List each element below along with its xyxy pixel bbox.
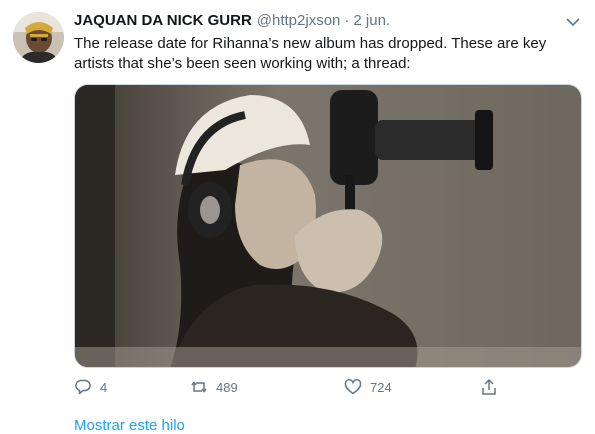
- separator-dot: ·: [344, 12, 350, 29]
- studio-photo-image: [75, 85, 581, 367]
- tweet-actions: 4 489 724: [74, 378, 514, 400]
- tweet-timestamp[interactable]: 2 jun.: [353, 12, 390, 29]
- reply-button[interactable]: 4: [74, 378, 107, 396]
- chevron-down-icon: [566, 17, 580, 26]
- tweet-text: The release date for Rihanna’s new album…: [74, 35, 547, 72]
- share-icon: [480, 378, 498, 396]
- like-count: 724: [370, 379, 392, 395]
- like-button[interactable]: 724: [344, 378, 392, 396]
- reply-count: 4: [100, 379, 108, 395]
- tweet-menu-button[interactable]: [563, 14, 583, 30]
- display-name[interactable]: JAQUAN DA NICK GURR: [74, 12, 252, 29]
- tweet-media[interactable]: [74, 84, 582, 368]
- retweet-icon: [190, 378, 208, 396]
- heart-icon: [344, 378, 362, 396]
- user-handle[interactable]: @http2jxson: [257, 12, 341, 29]
- retweet-count: 489: [216, 379, 238, 395]
- reply-icon: [74, 378, 92, 396]
- tweet-header: JAQUAN DA NICK GURR @http2jxson · 2 jun.: [74, 12, 390, 32]
- share-button[interactable]: [480, 378, 498, 396]
- user-avatar-icon: [13, 12, 64, 63]
- avatar[interactable]: [13, 12, 64, 63]
- retweet-button[interactable]: 489: [190, 378, 238, 396]
- show-thread-link[interactable]: Mostrar este hilo: [74, 417, 185, 434]
